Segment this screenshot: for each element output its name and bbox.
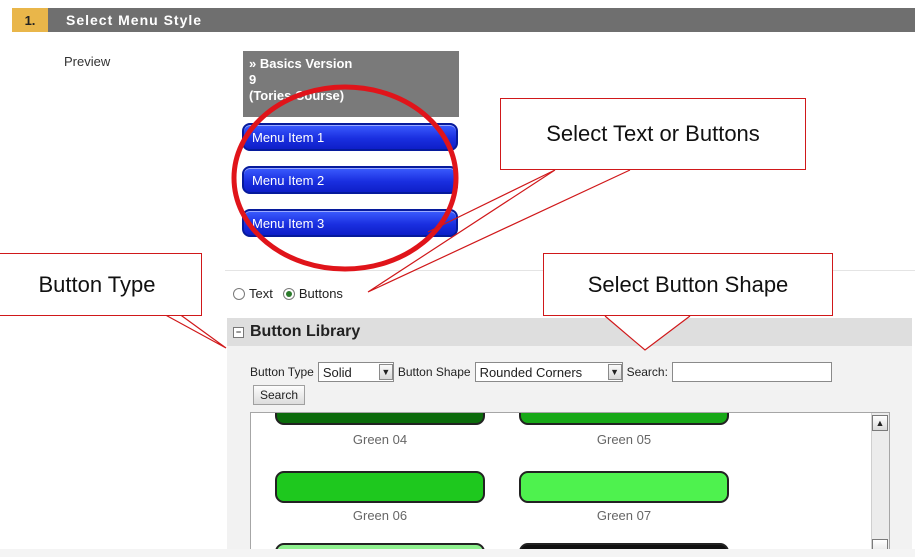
text-radio-label[interactable]: Text [249, 286, 273, 301]
menu-item-3[interactable]: Menu Item 3 [242, 209, 458, 237]
text-radio[interactable] [233, 287, 245, 300]
swatch-green-06[interactable] [275, 471, 485, 503]
button-shape-label: Button Shape [397, 365, 471, 379]
callout-select-text-or-buttons: Select Text or Buttons [500, 98, 806, 170]
chevron-down-icon[interactable]: ▼ [607, 364, 622, 380]
collapse-icon[interactable]: − [233, 326, 244, 338]
bottom-strip [0, 549, 915, 557]
button-library-header[interactable]: − Button Library [227, 318, 912, 346]
button-library-title: Button Library [250, 323, 361, 340]
library-filters: Button Type Solid ▼ Button Shape Rounded… [250, 362, 832, 382]
gallery-scrollbar[interactable]: ▲ [871, 413, 889, 557]
swatch-green-07[interactable] [519, 471, 729, 503]
search-label: Search: [626, 365, 668, 379]
swatch-green-04[interactable] [275, 413, 485, 425]
swatch-label: Green 04 [352, 432, 408, 447]
button-gallery[interactable]: Green 04 Green 05 Green 06 Green 07 ▲ [250, 412, 890, 557]
step-number: 1. [12, 8, 48, 32]
buttons-radio-label[interactable]: Buttons [299, 286, 343, 301]
swatch-label: Green 06 [352, 508, 408, 523]
buttons-radio[interactable] [282, 287, 295, 300]
button-shape-value: Rounded Corners [479, 364, 583, 380]
search-button[interactable]: Search [253, 385, 306, 405]
menu-header-line-1: » Basics Version [249, 56, 353, 71]
chevron-down-icon[interactable]: ▼ [378, 364, 393, 380]
button-type-label: Button Type [250, 365, 314, 379]
button-type-select[interactable]: Solid ▼ [317, 362, 394, 382]
step-header: 1. Select Menu Style [12, 8, 915, 32]
menu-item-2[interactable]: Menu Item 2 [242, 166, 458, 194]
swatch-green-05[interactable] [519, 413, 729, 425]
button-type-value: Solid [322, 364, 352, 380]
preview-label: Preview [64, 54, 111, 69]
menu-header-line-2: 9 [249, 72, 257, 87]
swatch-label: Green 07 [596, 508, 652, 523]
button-shape-select[interactable]: Rounded Corners ▼ [474, 362, 623, 382]
search-input[interactable] [671, 362, 832, 382]
swatch-label: Green 05 [596, 432, 652, 447]
menu-item-1[interactable]: Menu Item 1 [242, 123, 458, 151]
menu-preview-header: » Basics Version 9 (Tories.Course) [243, 51, 459, 117]
callout-select-button-shape: Select Button Shape [543, 253, 833, 316]
step-title: Select Menu Style [66, 12, 203, 28]
menu-header-line-3: (Tories.Course) [249, 88, 345, 103]
menu-style-options: Text Buttons [233, 286, 343, 301]
callout-button-type: Button Type [0, 253, 202, 316]
scroll-up-icon[interactable]: ▲ [872, 415, 888, 431]
